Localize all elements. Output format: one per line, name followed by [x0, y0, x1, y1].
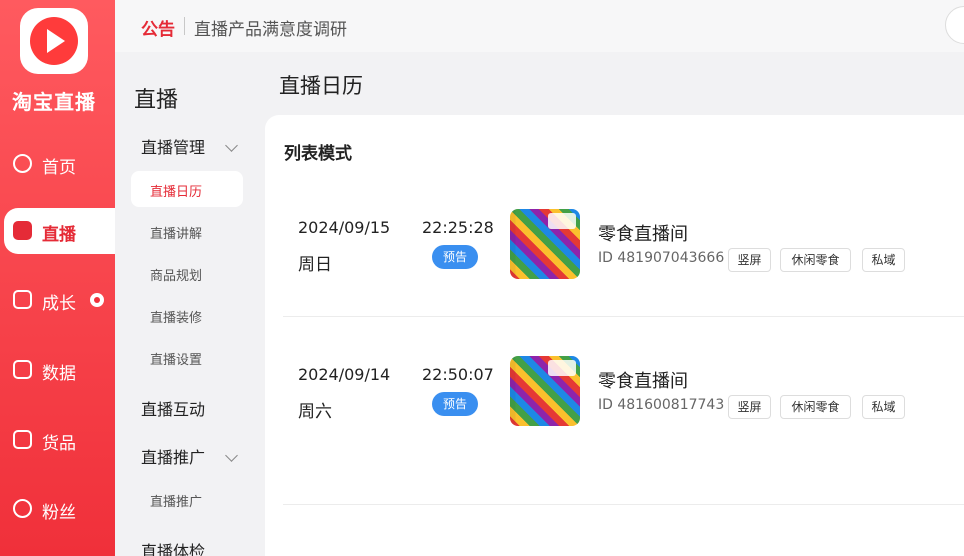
row-divider [283, 316, 964, 317]
entry-weekday: 周日 [298, 255, 332, 275]
chevron-down-icon[interactable] [225, 139, 238, 152]
play-icon [47, 29, 65, 53]
entry-time: 22:50:07 [422, 365, 494, 384]
room-id: ID 481600817743 [598, 397, 725, 413]
nav-item-goods[interactable]: 货品 [0, 417, 115, 463]
announcement-link[interactable]: 直播产品满意度调研 [194, 15, 347, 40]
list-item[interactable]: 2024/09/14 周六 22:50:07 预告 零食直播间 ID 48160… [283, 356, 964, 511]
sidebar-item-live-settings[interactable]: 直播设置 [150, 349, 202, 368]
group-live-management[interactable]: 直播管理 [141, 134, 205, 158]
group-live-interaction[interactable]: 直播互动 [141, 396, 205, 420]
chevron-down-icon[interactable] [225, 449, 238, 462]
nav-item-label: 直播 [42, 225, 76, 245]
status-badge: 预告 [432, 392, 478, 416]
notification-dot [90, 293, 104, 307]
row-divider [283, 504, 964, 505]
fans-icon [13, 499, 32, 518]
tag-chip: 私域 [862, 248, 905, 272]
sidebar-item-live-calendar[interactable]: 直播日历 [131, 171, 243, 207]
sidebar-title: 直播 [134, 88, 179, 113]
nav-item-label: 数据 [42, 364, 76, 384]
nav-item-home[interactable]: 首页 [0, 141, 115, 187]
goods-icon [13, 430, 32, 449]
entry-time: 22:25:28 [422, 218, 494, 237]
tag-chip: 竖屏 [728, 395, 771, 419]
live-icon [13, 221, 32, 240]
sidebar-item-live-decor[interactable]: 直播装修 [150, 307, 202, 326]
brand-name: 淘宝直播 [12, 90, 96, 114]
announcement-tag: 公告 [141, 20, 175, 40]
tag-chip: 休闲零食 [780, 395, 851, 419]
main-nav-rail: 淘宝直播 首页 直播 成长 数据 货品 粉丝 [0, 0, 115, 556]
nav-item-fans[interactable]: 粉丝 [0, 486, 115, 532]
nav-item-label: 成长 [42, 294, 76, 314]
announcement-bar: 公告 直播产品满意度调研 [115, 0, 964, 52]
nav-item-data[interactable]: 数据 [0, 347, 115, 393]
room-name[interactable]: 零食直播间 [598, 367, 688, 393]
tag-chip: 竖屏 [728, 248, 771, 272]
group-live-promotion[interactable]: 直播推广 [141, 444, 205, 468]
room-thumbnail[interactable] [510, 209, 580, 279]
sidebar-item-live-explain[interactable]: 直播讲解 [150, 223, 202, 242]
nav-item-live[interactable]: 直播 [4, 208, 115, 254]
page-title: 直播日历 [279, 74, 363, 98]
status-badge: 预告 [432, 245, 478, 269]
home-icon [13, 154, 32, 173]
entry-date: 2024/09/14 [298, 365, 391, 384]
taobao-live-logo[interactable] [20, 8, 88, 74]
nav-item-label: 粉丝 [42, 503, 76, 523]
entry-weekday: 周六 [298, 402, 332, 422]
divider [184, 17, 185, 35]
secondary-sidebar: 直播 直播管理 直播日历 直播讲解 商品规划 直播装修 直播设置 直播互动 直播… [115, 52, 265, 556]
entry-date: 2024/09/15 [298, 218, 391, 237]
room-thumbnail[interactable] [510, 356, 580, 426]
room-id: ID 481907043666 [598, 250, 725, 266]
room-name[interactable]: 零食直播间 [598, 220, 688, 246]
nav-item-growth[interactable]: 成长 [0, 277, 115, 323]
sidebar-item-goods-plan[interactable]: 商品规划 [150, 265, 202, 284]
nav-item-label: 货品 [42, 434, 76, 454]
chart-icon [13, 360, 32, 379]
nav-item-label: 首页 [42, 158, 76, 178]
list-item[interactable]: 2024/09/15 周日 22:25:28 预告 零食直播间 ID 48190… [283, 209, 964, 364]
sidebar-item-live-promotion[interactable]: 直播推广 [150, 491, 202, 510]
tag-chip: 休闲零食 [780, 248, 851, 272]
view-mode-title: 列表模式 [284, 144, 352, 164]
calendar-panel: 列表模式 2024/09/15 周日 22:25:28 预告 零食直播间 ID … [265, 115, 964, 556]
growth-icon [13, 290, 32, 309]
group-live-checkup[interactable]: 直播体检 [141, 538, 205, 556]
tag-chip: 私域 [862, 395, 905, 419]
